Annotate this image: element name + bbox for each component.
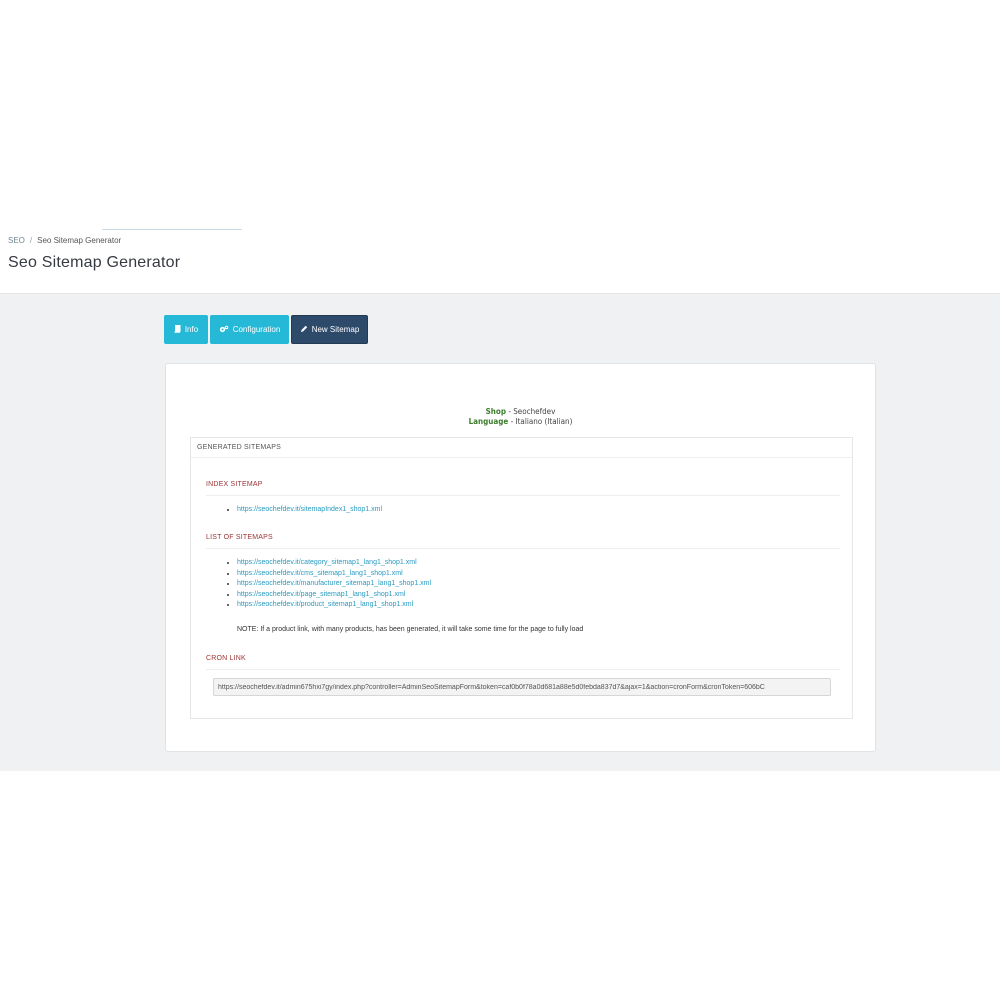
list-item: https://seochefdev.it/product_sitemap1_l… bbox=[237, 600, 431, 611]
generated-sitemaps-box: GENERATED SITEMAPS INDEX SITEMAP https:/… bbox=[190, 437, 853, 719]
index-sitemap-divider bbox=[206, 495, 840, 496]
pencil-icon bbox=[300, 325, 308, 335]
page-title: Seo Sitemap Generator bbox=[8, 254, 181, 271]
info-button-label: Info bbox=[184, 325, 199, 334]
language-value: - Italiano (Italian) bbox=[510, 417, 573, 426]
language-line: Language - Italiano (Italian) bbox=[166, 416, 875, 427]
new-sitemap-button[interactable]: New Sitemap bbox=[291, 315, 368, 344]
index-sitemap-title: INDEX SITEMAP bbox=[206, 481, 263, 488]
list-of-sitemaps-divider bbox=[206, 548, 840, 549]
new-sitemap-button-label: New Sitemap bbox=[311, 325, 360, 334]
gears-icon bbox=[219, 325, 229, 335]
breadcrumb: SEO / Seo Sitemap Generator bbox=[8, 236, 121, 245]
sitemap-link-cms[interactable]: https://seochefdev.it/cms_sitemap1_lang1… bbox=[237, 570, 403, 577]
product-link-note: NOTE: If a product link, with many produ… bbox=[237, 626, 584, 633]
list-item: https://seochefdev.it/page_sitemap1_lang… bbox=[237, 590, 431, 601]
list-item: https://seochefdev.it/category_sitemap1_… bbox=[237, 558, 431, 569]
configuration-button-label: Configuration bbox=[232, 325, 281, 334]
info-button[interactable]: Info bbox=[164, 315, 208, 344]
page: SEO / Seo Sitemap Generator Seo Sitemap Ge… bbox=[0, 0, 1000, 1000]
sitemap-link-manufacturer[interactable]: https://seochefdev.it/manufacturer_sitem… bbox=[237, 580, 431, 587]
cron-link-field[interactable] bbox=[213, 678, 831, 696]
book-icon bbox=[174, 324, 181, 335]
header-divider bbox=[102, 229, 242, 230]
sitemaps-list: https://seochefdev.it/category_sitemap1_… bbox=[229, 558, 431, 611]
language-label: Language bbox=[468, 417, 509, 426]
index-sitemap-list: https://seochefdev.it/sitemapIndex1_shop… bbox=[229, 505, 382, 516]
breadcrumb-separator: / bbox=[29, 236, 33, 245]
list-item: https://seochefdev.it/cms_sitemap1_lang1… bbox=[237, 569, 431, 580]
shop-label: Shop bbox=[485, 407, 507, 416]
sitemap-link-product[interactable]: https://seochefdev.it/product_sitemap1_l… bbox=[237, 601, 413, 608]
shop-value: - Seochefdev bbox=[508, 407, 556, 416]
list-of-sitemaps-title: LIST OF SITEMAPS bbox=[206, 534, 273, 541]
breadcrumb-seo-link[interactable]: SEO bbox=[8, 236, 25, 245]
sitemap-link-category[interactable]: https://seochefdev.it/category_sitemap1_… bbox=[237, 559, 417, 566]
list-item: https://seochefdev.it/manufacturer_sitem… bbox=[237, 579, 431, 590]
breadcrumb-current: Seo Sitemap Generator bbox=[37, 236, 122, 245]
configuration-button[interactable]: Configuration bbox=[210, 315, 289, 344]
generated-sitemaps-heading: GENERATED SITEMAPS bbox=[191, 438, 852, 458]
index-sitemap-link[interactable]: https://seochefdev.it/sitemapIndex1_shop… bbox=[237, 506, 382, 513]
toolbar: Info Configuration New Sitemap bbox=[164, 315, 368, 344]
list-item: https://seochefdev.it/sitemapIndex1_shop… bbox=[237, 505, 382, 516]
sitemap-panel: Shop - Seochefdev Language - Italiano (I… bbox=[165, 363, 876, 752]
cron-link-divider bbox=[206, 669, 840, 670]
cron-link-title: CRON LINK bbox=[206, 655, 246, 662]
sitemap-link-page[interactable]: https://seochefdev.it/page_sitemap1_lang… bbox=[237, 591, 405, 598]
